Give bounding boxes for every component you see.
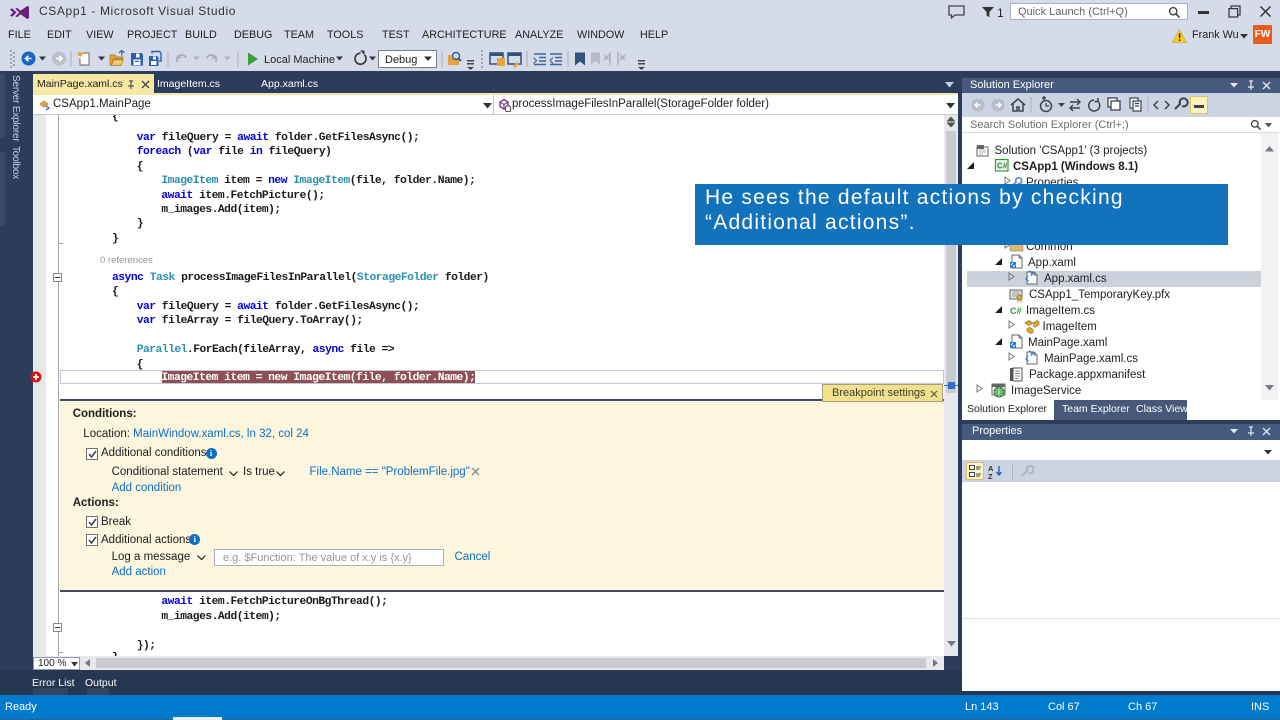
svg-text:Local Machine: Local Machine	[264, 54, 335, 66]
svg-text:Z: Z	[988, 472, 993, 479]
svg-text:C#: C#	[1010, 306, 1022, 316]
svg-text:Debug: Debug	[385, 54, 417, 66]
svg-text:C#: C#	[997, 162, 1008, 171]
svg-text:1: 1	[997, 6, 1004, 19]
